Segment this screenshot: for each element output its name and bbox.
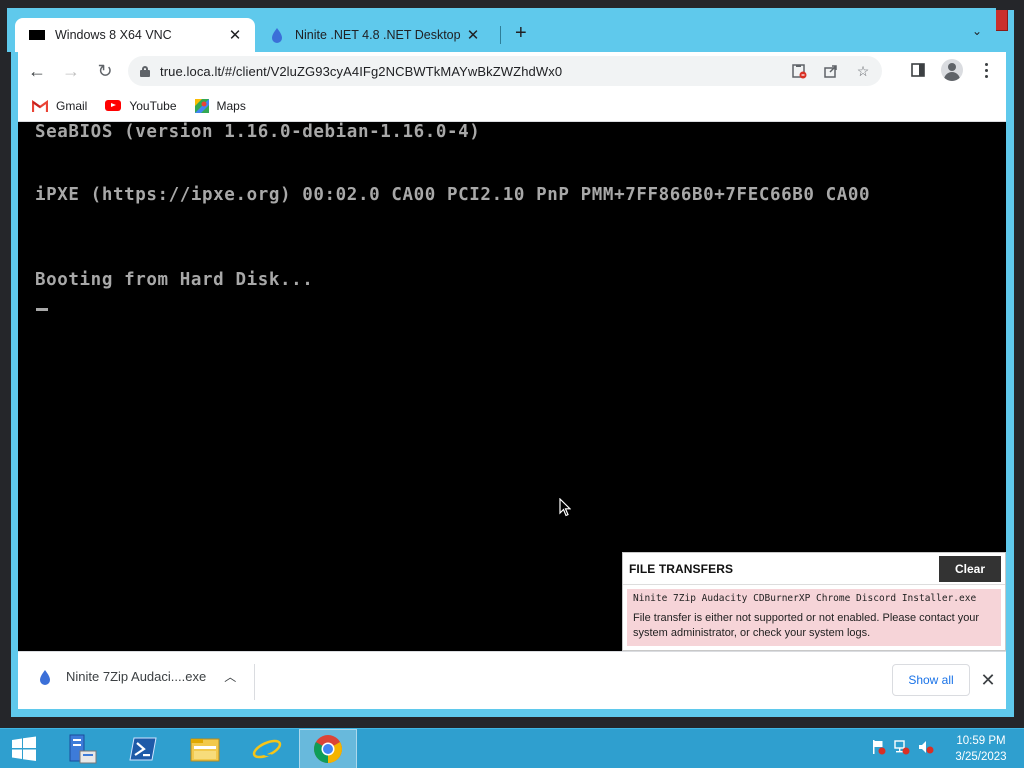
taskbar-powershell[interactable]	[114, 729, 172, 768]
ninite-favicon-icon	[272, 28, 282, 43]
tab-windows-8-vnc[interactable]: Windows 8 X64 VNC ✕	[15, 18, 255, 52]
toolbar-right	[904, 56, 1000, 84]
system-tray	[870, 739, 934, 755]
tab-ninite[interactable]: Ninite .NET 4.8 .NET Desktop Runti ✕	[255, 18, 493, 52]
blocked-popup-icon[interactable]	[790, 62, 808, 80]
url-text[interactable]: true.loca.lt/#/client/V2luZG93cyA4IFg2NC…	[160, 64, 562, 79]
file-transfers-panel: FILE TRANSFERS Clear Ninite 7Zip Audacit…	[622, 552, 1006, 651]
bookmark-maps[interactable]: Maps	[194, 98, 246, 113]
clock-time: 10:59 PM	[956, 735, 1006, 747]
profile-avatar-icon[interactable]	[938, 56, 966, 84]
console-line-booting: Booting from Hard Disk...	[35, 270, 314, 290]
maps-icon	[194, 98, 209, 113]
network-icon[interactable]	[894, 739, 910, 755]
console-line-ipxe: iPXE (https://ipxe.org) 00:02.0 CA00 PCI…	[35, 185, 871, 205]
gmail-icon	[32, 99, 48, 112]
tab-strip: Windows 8 X64 VNC ✕ Ninite .NET 4.8 .NET…	[7, 8, 996, 52]
download-shelf: Ninite 7Zip Audaci....exe ︿ Show all ✕	[18, 651, 1006, 709]
tab-divider	[500, 26, 501, 44]
mouse-pointer-icon	[559, 498, 571, 517]
reload-icon[interactable]: ↻	[90, 56, 120, 86]
bookmark-gmail[interactable]: Gmail	[32, 99, 87, 113]
menu-kebab-icon[interactable]	[972, 56, 1000, 84]
omnibox-actions: ☆	[790, 62, 872, 80]
file-transfers-header: FILE TRANSFERS Clear	[623, 553, 1005, 585]
taskbar-file-explorer[interactable]	[176, 729, 234, 768]
bookmark-youtube[interactable]: YouTube	[105, 98, 177, 113]
vnc-viewport[interactable]: SeaBIOS (version 1.16.0-debian-1.16.0-4)…	[18, 122, 1006, 651]
clock-date: 3/25/2023	[955, 751, 1007, 763]
share-icon[interactable]	[822, 62, 840, 80]
chrome-icon	[314, 735, 342, 763]
taskbar-chrome[interactable]	[299, 729, 357, 768]
taskbar-clock[interactable]: 10:59 PM 3/25/2023	[945, 733, 1017, 765]
download-item[interactable]: Ninite 7Zip Audaci....exe ︿	[38, 668, 236, 685]
tab-close-icon[interactable]: ✕	[227, 26, 243, 44]
tab-title: Ninite .NET 4.8 .NET Desktop Runti	[295, 28, 465, 42]
forward-arrow-icon[interactable]: →	[56, 56, 86, 86]
ninite-file-icon	[40, 669, 50, 685]
vnc-favicon-icon	[29, 30, 45, 40]
transfer-filename: Ninite 7Zip Audacity CDBurnerXP Chrome D…	[633, 593, 977, 604]
lock-icon[interactable]	[140, 65, 150, 77]
file-transfer-entry: Ninite 7Zip Audacity CDBurnerXP Chrome D…	[627, 589, 1001, 646]
download-filename: Ninite 7Zip Audaci....exe	[66, 669, 207, 684]
bookmarks-bar: Gmail YouTube Maps	[18, 90, 1006, 122]
volume-muted-icon[interactable]	[918, 739, 934, 755]
chevron-up-icon[interactable]: ︿	[224, 668, 236, 685]
text-cursor	[36, 308, 48, 311]
internet-explorer-icon: e	[252, 736, 282, 762]
server-manager-icon	[69, 734, 97, 764]
console-line-seabios: SeaBIOS (version 1.16.0-debian-1.16.0-4)	[35, 122, 481, 142]
taskbar-server-manager[interactable]	[52, 729, 110, 768]
tab-close-icon[interactable]: ✕	[465, 26, 481, 44]
close-shelf-icon[interactable]: ✕	[978, 666, 998, 694]
taskbar: e 10:59 PM 3/25/2023	[0, 728, 1024, 768]
address-bar[interactable]: true.loca.lt/#/client/V2luZG93cyA4IFg2NC…	[128, 56, 882, 86]
file-explorer-icon	[190, 738, 220, 762]
file-transfers-title: FILE TRANSFERS	[629, 561, 734, 576]
side-panel-icon[interactable]	[904, 56, 932, 84]
bookmark-star-icon[interactable]: ☆	[854, 62, 872, 80]
new-tab-plus-icon[interactable]: +	[515, 22, 527, 45]
bookmark-label: YouTube	[129, 98, 177, 113]
show-all-button[interactable]: Show all	[892, 664, 970, 696]
action-center-flag-icon[interactable]	[870, 739, 886, 755]
transfer-error-message: File transfer is either not supported or…	[633, 612, 980, 639]
bookmark-label: Gmail	[56, 98, 88, 113]
powershell-icon	[129, 737, 157, 761]
tab-search-chevron-icon[interactable]: ⌄	[972, 24, 982, 38]
windows-start-icon[interactable]	[10, 736, 38, 762]
back-arrow-icon[interactable]: ←	[22, 56, 52, 86]
clear-button[interactable]: Clear	[939, 555, 1001, 582]
tab-title: Windows 8 X64 VNC	[55, 28, 172, 42]
browser-toolbar: ← → ↻ true.loca.lt/#/client/V2luZG93cyA4…	[18, 52, 1006, 90]
shelf-divider	[254, 664, 255, 700]
bios-console: SeaBIOS (version 1.16.0-debian-1.16.0-4)…	[35, 122, 870, 290]
svg-text:e: e	[262, 736, 273, 762]
taskbar-internet-explorer[interactable]: e	[238, 729, 296, 768]
bookmark-label: Maps	[216, 98, 246, 113]
youtube-icon	[105, 100, 122, 111]
